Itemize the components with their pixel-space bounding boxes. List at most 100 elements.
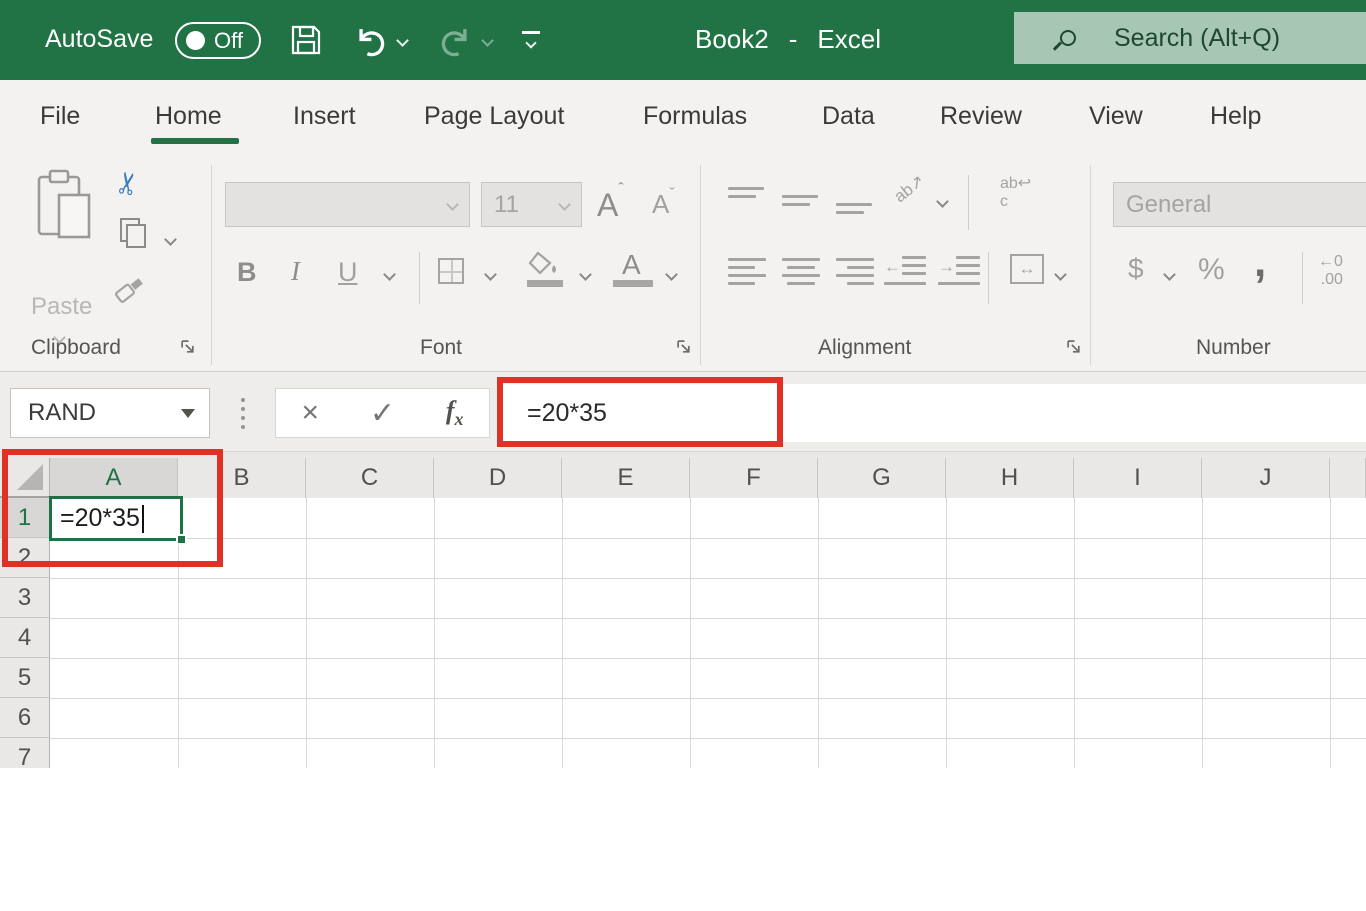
document-name: Book2 bbox=[695, 24, 769, 55]
column-header-i[interactable]: I bbox=[1074, 458, 1202, 498]
bold-button[interactable]: B bbox=[237, 257, 257, 288]
font-size-combobox[interactable]: 11 bbox=[481, 182, 582, 227]
clipboard-group-label: Clipboard bbox=[31, 336, 121, 360]
autosave-toggle[interactable]: Off bbox=[175, 22, 261, 59]
percent-style-icon[interactable]: % bbox=[1198, 253, 1225, 287]
tab-home[interactable]: Home bbox=[155, 102, 222, 131]
orientation-icon[interactable]: ab↗ bbox=[890, 171, 928, 207]
tab-view[interactable]: View bbox=[1089, 102, 1143, 131]
autosave-label: AutoSave bbox=[45, 25, 153, 54]
comma-style-icon[interactable]: , bbox=[1254, 237, 1266, 287]
search-placeholder: Search (Alt+Q) bbox=[1114, 24, 1280, 53]
font-color-dropdown-chevron-icon[interactable] bbox=[665, 268, 678, 281]
accounting-dropdown-chevron-icon[interactable] bbox=[1163, 268, 1176, 281]
annotation-box-cell-a1 bbox=[2, 449, 223, 567]
column-header-d[interactable]: D bbox=[434, 458, 562, 498]
orientation-dropdown-chevron-icon[interactable] bbox=[936, 195, 949, 208]
ribbon-tab-row: File Home Insert Page Layout Formulas Data Rev… bbox=[0, 80, 1366, 155]
align-bottom-icon[interactable] bbox=[836, 200, 872, 216]
row-header-5[interactable]: 5 bbox=[0, 658, 50, 698]
autosave-state: Off bbox=[214, 28, 243, 54]
row-header-6[interactable]: 6 bbox=[0, 698, 50, 738]
copy-icon[interactable] bbox=[120, 218, 144, 246]
merge-center-icon[interactable]: ↔ bbox=[1010, 254, 1044, 284]
row-header-7[interactable]: 7 bbox=[0, 738, 50, 768]
gridline-horizontal bbox=[50, 698, 1366, 699]
tab-insert[interactable]: Insert bbox=[293, 102, 356, 131]
merge-center-dropdown-chevron-icon[interactable] bbox=[1054, 268, 1067, 281]
redo-icon bbox=[438, 22, 476, 60]
enter-entry-icon[interactable]: ✓ bbox=[370, 396, 395, 431]
column-header-partial[interactable] bbox=[1330, 458, 1366, 498]
fill-color-dropdown-chevron-icon[interactable] bbox=[579, 268, 592, 281]
column-header-f[interactable]: F bbox=[690, 458, 818, 498]
tab-help[interactable]: Help bbox=[1210, 102, 1261, 131]
search-box[interactable]: Search (Alt+Q) bbox=[1014, 12, 1366, 64]
increase-decimal-icon[interactable]: ←0.00 bbox=[1318, 253, 1343, 289]
title-bar: AutoSave Off Book2 - Excel Search (Alt+Q… bbox=[0, 0, 1366, 80]
align-center-icon[interactable] bbox=[782, 255, 820, 288]
redo-dropdown-chevron-icon bbox=[481, 34, 494, 47]
column-header-e[interactable]: E bbox=[562, 458, 690, 498]
clipboard-dialog-launcher-icon[interactable] bbox=[180, 339, 196, 355]
name-box-value: RAND bbox=[11, 399, 181, 427]
column-header-c[interactable]: C bbox=[306, 458, 434, 498]
search-icon bbox=[1060, 30, 1076, 46]
borders-dropdown-chevron-icon[interactable] bbox=[484, 268, 497, 281]
tab-review[interactable]: Review bbox=[940, 102, 1022, 131]
wrap-text-icon[interactable]: ab↩c bbox=[1000, 175, 1031, 211]
font-group-label: Font bbox=[420, 336, 462, 360]
tab-file[interactable]: File bbox=[40, 102, 80, 131]
column-header-h[interactable]: H bbox=[946, 458, 1074, 498]
align-middle-icon[interactable] bbox=[782, 192, 818, 208]
tab-data[interactable]: Data bbox=[822, 102, 875, 131]
underline-button[interactable]: U bbox=[338, 257, 358, 288]
cancel-entry-icon[interactable]: × bbox=[301, 396, 319, 430]
window-title: Book2 - Excel bbox=[695, 24, 881, 55]
alignment-group-label: Alignment bbox=[818, 336, 911, 360]
app-name: Excel bbox=[817, 24, 881, 55]
font-name-chevron-icon bbox=[446, 198, 459, 211]
row-header-3[interactable]: 3 bbox=[0, 578, 50, 618]
font-size-chevron-icon bbox=[558, 198, 571, 211]
alignment-dialog-launcher-icon[interactable] bbox=[1066, 339, 1082, 355]
accounting-format-icon[interactable]: $ bbox=[1128, 253, 1144, 285]
column-header-j[interactable]: J bbox=[1202, 458, 1330, 498]
tab-formulas[interactable]: Formulas bbox=[643, 102, 747, 131]
font-name-combobox[interactable] bbox=[225, 182, 470, 227]
gridline-horizontal bbox=[50, 578, 1366, 579]
undo-icon[interactable] bbox=[350, 22, 388, 60]
font-color-icon[interactable]: A bbox=[622, 249, 641, 281]
copy-dropdown-chevron-icon[interactable] bbox=[164, 233, 177, 246]
fill-color-icon[interactable] bbox=[528, 251, 562, 277]
customize-quick-access-toolbar-icon[interactable] bbox=[522, 31, 540, 47]
title-separator: - bbox=[789, 24, 798, 55]
undo-dropdown-chevron-icon[interactable] bbox=[396, 34, 409, 47]
align-top-icon[interactable] bbox=[728, 184, 764, 200]
name-box[interactable]: RAND bbox=[10, 388, 210, 438]
name-box-dropdown-icon[interactable] bbox=[181, 409, 195, 418]
italic-button[interactable]: I bbox=[291, 256, 300, 287]
borders-icon[interactable] bbox=[438, 258, 464, 284]
save-icon[interactable] bbox=[289, 23, 323, 57]
increase-font-size-icon[interactable]: Aˆ bbox=[597, 181, 624, 224]
insert-function-icon[interactable]: fx bbox=[446, 396, 464, 430]
ribbon: Paste ✂ Clipboard 11 Aˆ Aˇ B I U bbox=[0, 155, 1366, 372]
formula-bar-drag-dots-icon[interactable] bbox=[241, 398, 245, 402]
number-format-combobox[interactable]: General bbox=[1113, 182, 1366, 227]
paste-icon[interactable] bbox=[36, 168, 92, 244]
gridline-horizontal bbox=[50, 738, 1366, 739]
font-dialog-launcher-icon[interactable] bbox=[676, 339, 692, 355]
align-left-icon[interactable] bbox=[728, 255, 766, 288]
underline-dropdown-chevron-icon[interactable] bbox=[383, 268, 396, 281]
format-painter-icon[interactable] bbox=[110, 273, 150, 307]
cut-icon[interactable]: ✂ bbox=[109, 168, 148, 199]
column-header-g[interactable]: G bbox=[818, 458, 946, 498]
paste-button-label[interactable]: Paste bbox=[31, 293, 92, 321]
decrease-font-size-icon[interactable]: Aˇ bbox=[652, 186, 675, 220]
row-header-4[interactable]: 4 bbox=[0, 618, 50, 658]
gridline-horizontal bbox=[50, 618, 1366, 619]
align-right-icon[interactable] bbox=[836, 255, 874, 288]
number-group-label: Number bbox=[1196, 336, 1271, 360]
tab-page-layout[interactable]: Page Layout bbox=[424, 102, 564, 131]
